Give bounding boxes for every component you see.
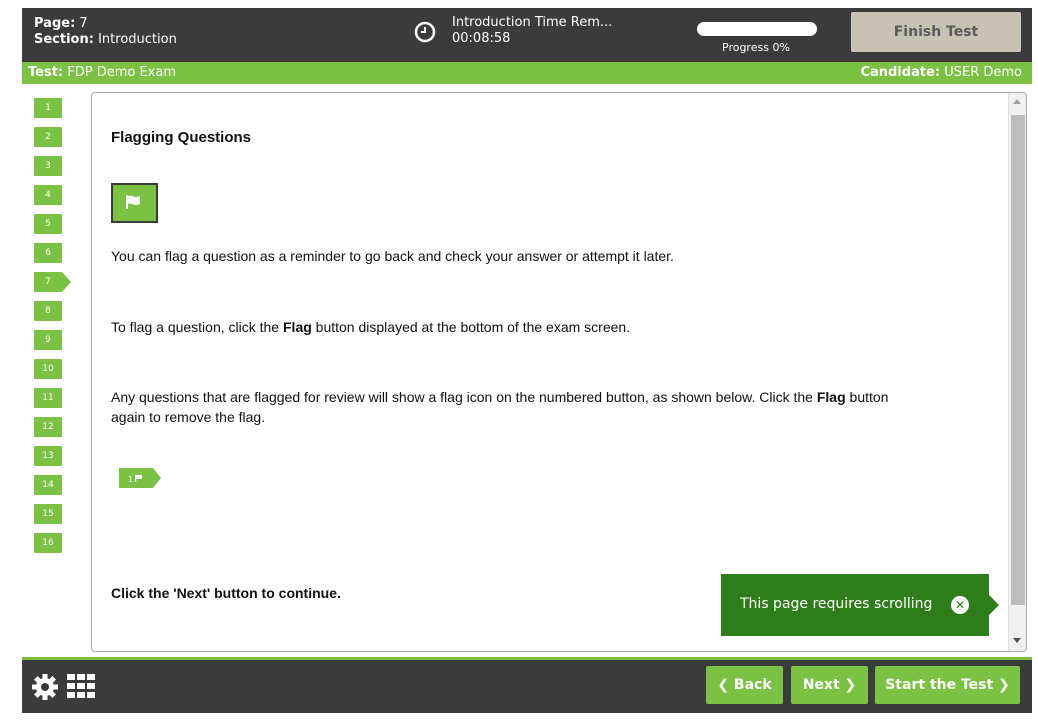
paragraph-how-to-flag: To flag a question, click the Flag butto… xyxy=(111,317,911,337)
progress-label: Progress 0% xyxy=(722,41,790,54)
flag-icon xyxy=(126,195,140,209)
question-nav-button[interactable]: 16 xyxy=(34,533,62,553)
question-navigator: 1 2 3 4 5 6 7 8 9 10 11 12 13 14 15 16 xyxy=(34,98,84,562)
grid-icon[interactable] xyxy=(67,674,97,698)
page-section-info: Page: 7 Section: Introduction xyxy=(34,16,177,48)
start-test-button[interactable]: Start the Test ❯ xyxy=(875,666,1020,704)
close-icon[interactable]: ✕ xyxy=(951,596,969,614)
bottom-bar: ❮ Back Next ❯ Start the Test ❯ xyxy=(22,657,1032,713)
question-nav-button[interactable]: 2 xyxy=(34,127,62,147)
page-title: Flagging Questions xyxy=(111,129,252,146)
next-button[interactable]: Next ❯ xyxy=(791,666,868,704)
progress-bar xyxy=(697,22,817,36)
flag-icon-box xyxy=(111,183,158,223)
timer-title: Introduction Time Rem... xyxy=(452,15,613,30)
flag-term: Flag xyxy=(816,389,846,405)
timer-value: 00:08:58 xyxy=(452,31,511,46)
question-nav-button[interactable]: 13 xyxy=(34,446,62,466)
question-nav-button[interactable]: 5 xyxy=(34,214,62,234)
question-nav-button[interactable]: 9 xyxy=(34,330,62,350)
text-segment: button displayed at the bottom of the ex… xyxy=(311,319,631,335)
text-segment: To flag a question, click the xyxy=(111,319,283,335)
toast-text: This page requires scrolling xyxy=(740,596,933,612)
test-info: Test: FDP Demo Exam xyxy=(28,62,176,84)
question-nav-button[interactable]: 14 xyxy=(34,475,62,495)
scroll-toast: This page requires scrolling ✕ xyxy=(721,574,999,636)
content-panel: Flagging Questions You can flag a questi… xyxy=(91,92,1027,652)
question-nav-button[interactable]: 3 xyxy=(34,156,62,176)
question-nav-button[interactable]: 10 xyxy=(34,359,62,379)
question-nav-button[interactable]: 1 xyxy=(34,98,62,118)
back-button[interactable]: ❮ Back xyxy=(706,666,783,704)
test-label: Test: xyxy=(28,65,64,80)
paragraph-flag-reminder: You can flag a question as a reminder to… xyxy=(111,248,674,264)
candidate-value: USER Demo xyxy=(944,65,1022,80)
top-header-bar: Page: 7 Section: Introduction Introducti… xyxy=(22,8,1032,62)
paragraph-flagged-review: Any questions that are flagged for revie… xyxy=(111,387,911,427)
scroll-up-arrow-icon[interactable] xyxy=(1013,99,1021,104)
flag-term: Flag xyxy=(283,319,312,335)
timer: Introduction Time Rem... 00:08:58 xyxy=(452,15,612,47)
text-segment: Any questions that are flagged for revie… xyxy=(111,389,817,405)
sample-button-number: 1 xyxy=(128,475,133,484)
candidate-label: Candidate: xyxy=(860,65,941,80)
scroll-down-arrow-icon[interactable] xyxy=(1013,638,1021,643)
question-nav-button[interactable]: 4 xyxy=(34,185,62,205)
question-nav-button[interactable]: 11 xyxy=(34,388,62,408)
question-nav-button[interactable]: 8 xyxy=(34,301,62,321)
finish-test-button[interactable]: Finish Test xyxy=(851,12,1021,52)
test-value: FDP Demo Exam xyxy=(67,65,177,80)
info-bar: Test: FDP Demo Exam Candidate: USER Demo xyxy=(22,62,1032,84)
scrollbar[interactable] xyxy=(1008,93,1026,651)
next-instruction: Click the 'Next' button to continue. xyxy=(111,585,341,601)
question-nav-button[interactable]: 12 xyxy=(34,417,62,437)
gear-icon[interactable] xyxy=(30,672,60,702)
page-label: Page: xyxy=(34,16,76,31)
page-value: 7 xyxy=(79,16,88,31)
candidate-info: Candidate: USER Demo xyxy=(860,62,1022,84)
question-nav-button[interactable]: 7 xyxy=(34,272,71,292)
question-nav-button[interactable]: 6 xyxy=(34,243,62,263)
section-value: Introduction xyxy=(98,32,177,47)
clock-icon xyxy=(414,21,436,43)
sample-flagged-button: 1 xyxy=(119,468,161,488)
scroll-thumb[interactable] xyxy=(1011,115,1025,605)
section-label: Section: xyxy=(34,32,94,47)
question-nav-button[interactable]: 15 xyxy=(34,504,62,524)
